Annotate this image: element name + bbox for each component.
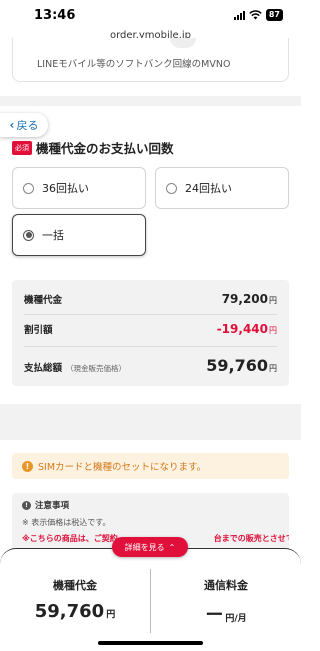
section-title: 機種代金のお支払い回数 (36, 141, 174, 156)
chevron-left-icon: ‹ (9, 118, 15, 132)
wifi-icon (249, 10, 262, 20)
radio-remnant (170, 38, 196, 48)
amount: ー (205, 605, 224, 626)
discount-row: 割引額 -19,440円 (24, 322, 277, 336)
previous-option-text: LINEモバイル等のソフトバンク回線のMVNO (37, 59, 231, 70)
home-indicator[interactable] (98, 641, 203, 645)
status-time: 13:46 (34, 7, 76, 23)
option-label: 一括 (42, 229, 64, 242)
option-36-installments[interactable]: 36回払い (12, 167, 146, 209)
chevron-up-icon: ⌃ (168, 542, 176, 552)
info-icon: ! (22, 500, 31, 510)
sim-notice: ! SIMカードと機種のセットになります。 (12, 453, 289, 479)
radio-button-selected[interactable] (23, 229, 34, 241)
total-label-text: 支払総額 (24, 363, 63, 374)
device-price-value: 79,200円 (222, 292, 277, 306)
caution-header: ! 注意事項 (22, 499, 279, 511)
previous-option-card[interactable]: LINEモバイル等のソフトバンク回線のMVNO (12, 38, 289, 82)
caution-title: 注意事項 (35, 501, 70, 511)
device-price-label: 機種代金 (24, 295, 63, 306)
divider (24, 314, 277, 315)
status-icons: 87 (233, 9, 283, 21)
radio-button[interactable] (23, 182, 34, 194)
amount: 59,760 (206, 356, 268, 375)
price-summary: 機種代金 79,200円 割引額 -19,440円 支払総額 （現金販売価格） 5… (12, 280, 289, 386)
section-divider (0, 404, 301, 440)
amount: 59,760 (34, 601, 105, 622)
caution-line-limit-head: ※こちらの商品は、ご契約 (22, 534, 118, 543)
payment-section-header: 必須 機種代金のお支払い回数 (12, 138, 174, 157)
yen-unit: 円 (269, 364, 277, 373)
unit: 円/月 (225, 614, 247, 624)
discount-label: 割引額 (24, 325, 53, 336)
warning-icon: ! (22, 460, 33, 472)
option-label: 24回払い (185, 182, 232, 195)
radio-button[interactable] (166, 182, 177, 194)
view-details-label: 詳細を見る (124, 542, 165, 552)
total-sub-label: （現金販売価格） (66, 364, 127, 373)
total-row: 支払総額 （現金販売価格） 59,760円 (24, 356, 277, 375)
total-value: 59,760円 (206, 356, 277, 375)
back-button[interactable]: ‹ 戻る (0, 113, 48, 137)
battery-indicator: 87 (265, 9, 283, 21)
option-label: 36回払い (42, 182, 89, 195)
section-divider (0, 96, 301, 106)
discount-value: -19,440円 (217, 322, 277, 336)
yen-unit: 円 (269, 326, 277, 335)
notice-text: SIMカードと機種のセットになります。 (38, 462, 207, 473)
option-lump-sum[interactable]: 一括 (12, 214, 146, 256)
required-badge: 必須 (12, 140, 32, 155)
device-price-row: 機種代金 79,200円 (24, 292, 277, 306)
yen-unit: 円 (269, 296, 277, 305)
amount: -19,440 (216, 322, 268, 336)
unit: 円 (106, 610, 116, 620)
footer-comm-fee: 通信料金 ー円/月 (151, 577, 301, 627)
footer-device-price: 機種代金 59,760 円 (0, 577, 150, 622)
divider (24, 346, 277, 347)
footer-device-label: 機種代金 (53, 579, 97, 592)
option-24-installments[interactable]: 24回払い (155, 167, 289, 209)
status-bar: 13:46 87 (0, 0, 301, 30)
view-details-button[interactable]: 詳細を見る ⌃ (112, 537, 188, 557)
cellular-signal-icon (233, 10, 245, 20)
caution-line-tax: ※ 表示価格は税込です。 (22, 518, 111, 527)
price-footer: 機種代金 59,760 円 通信料金 ー円/月 (0, 548, 301, 651)
total-label: 支払総額 （現金販売価格） (24, 360, 126, 374)
amount: 79,200 (221, 292, 268, 306)
footer-comm-label: 通信料金 (204, 579, 248, 592)
footer-device-value: 59,760 円 (0, 601, 150, 622)
caution-line-limit-tail: 台までの販売とさせてい (213, 534, 289, 543)
footer-comm-value: ー円/月 (151, 601, 301, 627)
back-button-label: 戻る (16, 119, 39, 132)
